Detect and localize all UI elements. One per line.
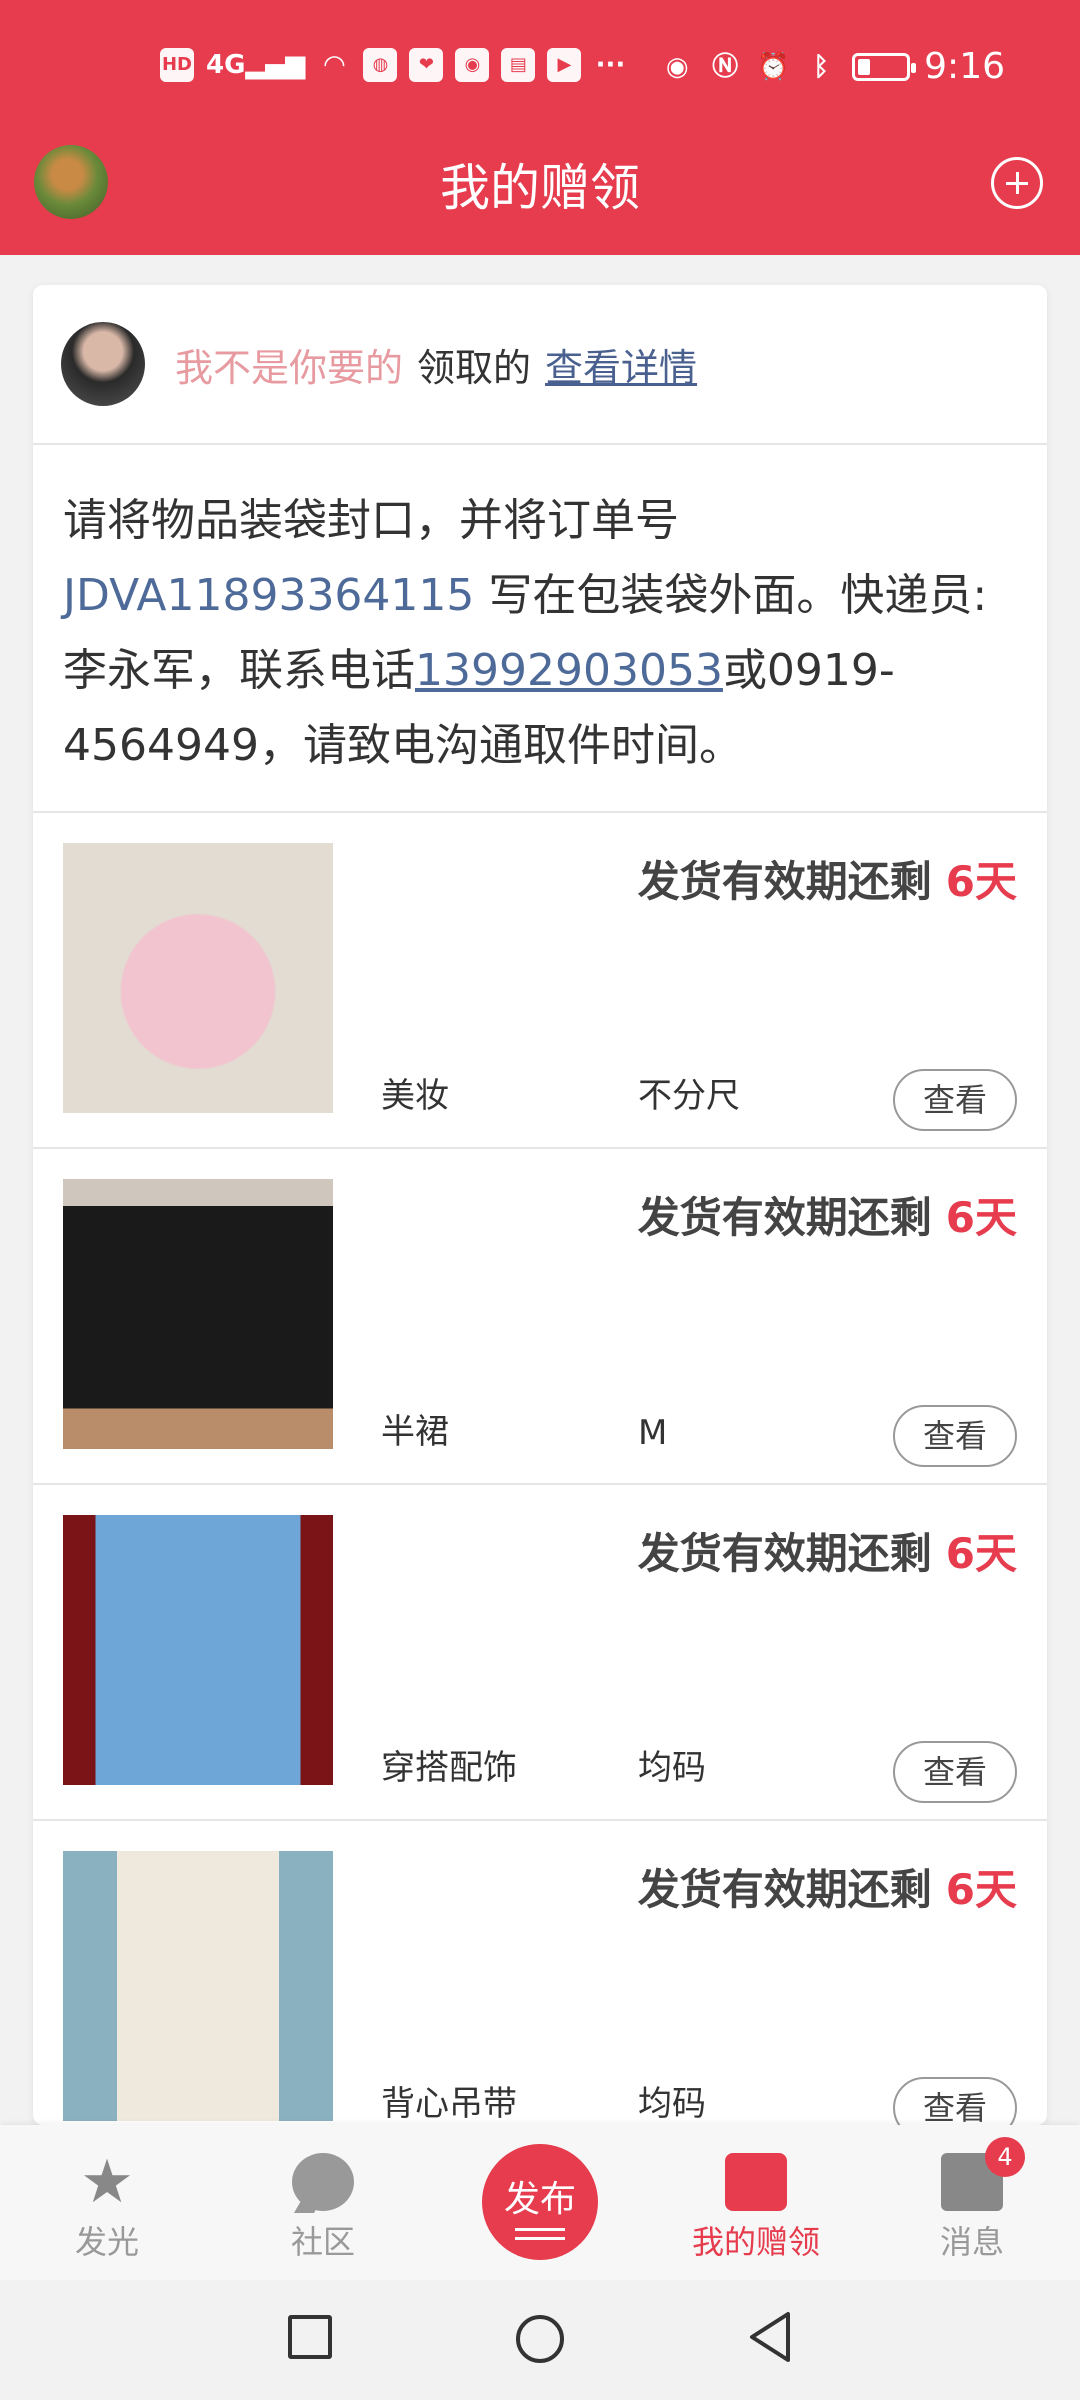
video-icon: ▶ bbox=[547, 48, 582, 82]
page-title: 我的赠领 bbox=[440, 159, 640, 217]
back-button[interactable] bbox=[746, 2310, 794, 2364]
status-time: 9:16 bbox=[924, 46, 1005, 87]
item-thumbnail[interactable] bbox=[63, 843, 333, 1113]
item-row: 发货有效期还剩 6天 半裙 M 查看 bbox=[33, 1149, 1047, 1485]
mail-icon: 4 bbox=[941, 2137, 1025, 2211]
shipping-instructions: 请将物品装袋封口，并将订单号 JDVA11893364115 写在包装袋外面。快… bbox=[33, 445, 1047, 813]
shipping-deadline: 发货有效期还剩 6天 bbox=[638, 848, 1017, 909]
receiver-username[interactable]: 我不是你要的 bbox=[175, 337, 403, 392]
wifi-icon: ◜◝ bbox=[324, 50, 345, 80]
book-icon: ▤ bbox=[501, 48, 536, 82]
order-card: 我不是你要的 领取的 查看详情 请将物品装袋封口，并将订单号 JDVA11893… bbox=[33, 285, 1047, 2125]
eye-icon: ◉ bbox=[665, 51, 689, 82]
deadline-days: 6天 bbox=[945, 857, 1017, 906]
network-type: 4G bbox=[206, 50, 246, 80]
home-button[interactable] bbox=[516, 2315, 564, 2363]
deadline-days: 6天 bbox=[945, 1193, 1017, 1242]
gift-icon bbox=[725, 2153, 787, 2211]
item-thumbnail[interactable] bbox=[63, 1179, 333, 1449]
unread-badge: 4 bbox=[985, 2137, 1025, 2177]
item-category: 半裙 bbox=[381, 1412, 449, 1452]
app-icon-blue: ◉ bbox=[455, 48, 490, 82]
courier-phone-link[interactable]: 13992903053 bbox=[415, 645, 723, 696]
tab-label: 我的赠领 bbox=[691, 2223, 820, 2261]
instr-text-1: 请将物品装袋封口，并将订单号 bbox=[63, 495, 679, 546]
tab-my-gifts[interactable]: 我的赠领 bbox=[676, 2153, 836, 2263]
item-size: M bbox=[638, 1413, 668, 1453]
menu-icon bbox=[515, 2228, 565, 2240]
item-category: 背心吊带 bbox=[381, 2084, 517, 2124]
tab-label: 社区 bbox=[290, 2223, 355, 2261]
star-icon: ★ bbox=[80, 2147, 134, 2217]
view-details-link[interactable]: 查看详情 bbox=[545, 337, 697, 392]
wechat-icon: ◍ bbox=[363, 48, 398, 82]
deadline-label: 发货有效期还剩 bbox=[637, 1529, 932, 1578]
item-size: 均码 bbox=[638, 1748, 706, 1788]
view-button[interactable]: 查看 bbox=[893, 2077, 1017, 2125]
receiver-row: 我不是你要的 领取的 查看详情 bbox=[33, 285, 1047, 445]
deadline-label: 发货有效期还剩 bbox=[637, 1193, 932, 1242]
tab-glow[interactable]: ★ 发光 bbox=[27, 2147, 187, 2263]
tab-label: 消息 bbox=[939, 2223, 1004, 2261]
item-category: 美妆 bbox=[381, 1076, 449, 1116]
battery-icon bbox=[852, 52, 917, 81]
order-number: JDVA11893364115 bbox=[63, 570, 475, 621]
shipping-deadline: 发货有效期还剩 6天 bbox=[638, 1184, 1017, 1245]
item-row: 发货有效期还剩 6天 美妆 不分尺 查看 bbox=[33, 813, 1047, 1149]
system-nav-bar bbox=[0, 2280, 1080, 2400]
view-button[interactable]: 查看 bbox=[893, 1741, 1017, 1803]
item-size: 均码 bbox=[638, 2084, 706, 2124]
receiver-action: 领取的 bbox=[417, 345, 532, 390]
more-icon: ··· bbox=[595, 50, 626, 80]
status-right-icons: ◉ Ⓝ ⏰ ᛒ 9:16 bbox=[660, 46, 1005, 87]
bluetooth-icon: ᛒ bbox=[813, 51, 829, 82]
publish-label: 发布 bbox=[503, 2179, 576, 2220]
status-left-icons: HD 4G▂▄▆ ◜◝ ◍ ❤ ◉ ▤ ▶ ··· bbox=[160, 48, 627, 82]
tab-community[interactable]: 社区 bbox=[243, 2153, 403, 2263]
item-thumbnail[interactable] bbox=[63, 1515, 333, 1785]
item-thumbnail[interactable] bbox=[63, 1851, 333, 2121]
signal-icon: 4G▂▄▆ bbox=[206, 50, 306, 80]
receiver-avatar[interactable] bbox=[61, 322, 145, 406]
view-button[interactable]: 查看 bbox=[893, 1405, 1017, 1467]
alarm-icon: ⏰ bbox=[756, 51, 790, 82]
tab-label: 发光 bbox=[74, 2223, 139, 2261]
nfc-icon: Ⓝ bbox=[712, 51, 739, 82]
status-bar: HD 4G▂▄▆ ◜◝ ◍ ❤ ◉ ▤ ▶ ··· ◉ Ⓝ ⏰ ᛒ 9:16 bbox=[0, 40, 1080, 96]
chat-icon bbox=[292, 2153, 354, 2211]
publish-button[interactable]: 发布 bbox=[482, 2144, 598, 2260]
deadline-label: 发货有效期还剩 bbox=[637, 1865, 932, 1914]
item-size: 不分尺 bbox=[638, 1076, 740, 1116]
app-header: HD 4G▂▄▆ ◜◝ ◍ ❤ ◉ ▤ ▶ ··· ◉ Ⓝ ⏰ ᛒ 9:16 我… bbox=[0, 0, 1080, 255]
add-icon[interactable] bbox=[991, 157, 1043, 209]
deadline-label: 发货有效期还剩 bbox=[637, 857, 932, 906]
item-row: 发货有效期还剩 6天 背心吊带 均码 查看 bbox=[33, 1821, 1047, 2125]
shipping-deadline: 发货有效期还剩 6天 bbox=[638, 1520, 1017, 1581]
item-row: 发货有效期还剩 6天 穿搭配饰 均码 查看 bbox=[33, 1485, 1047, 1821]
deadline-days: 6天 bbox=[945, 1865, 1017, 1914]
view-button[interactable]: 查看 bbox=[893, 1069, 1017, 1131]
item-category: 穿搭配饰 bbox=[381, 1748, 517, 1788]
recents-button[interactable] bbox=[288, 2315, 332, 2359]
deadline-days: 6天 bbox=[945, 1529, 1017, 1578]
app-icon-red: ❤ bbox=[409, 48, 444, 82]
tab-messages[interactable]: 4 消息 bbox=[892, 2137, 1052, 2263]
hd-icon: HD bbox=[160, 48, 194, 82]
shipping-deadline: 发货有效期还剩 6天 bbox=[638, 1856, 1017, 1917]
